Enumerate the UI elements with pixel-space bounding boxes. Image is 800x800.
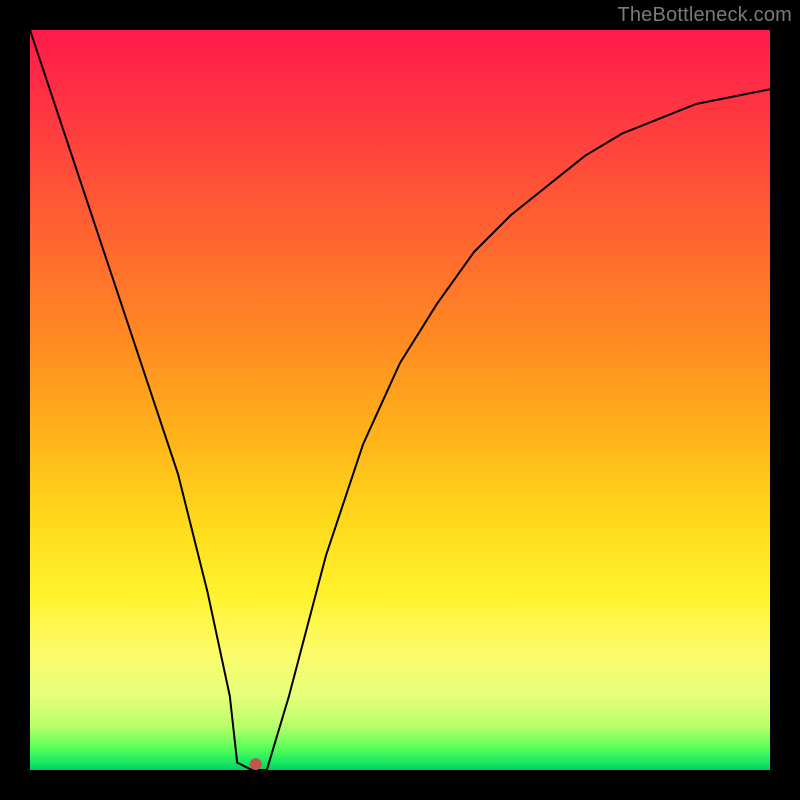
bottleneck-curve bbox=[30, 30, 770, 770]
curve-svg bbox=[30, 30, 770, 770]
chart-frame: TheBottleneck.com bbox=[0, 0, 800, 800]
plot-area bbox=[30, 30, 770, 770]
watermark-text: TheBottleneck.com bbox=[617, 4, 792, 27]
optimum-marker bbox=[250, 758, 262, 770]
